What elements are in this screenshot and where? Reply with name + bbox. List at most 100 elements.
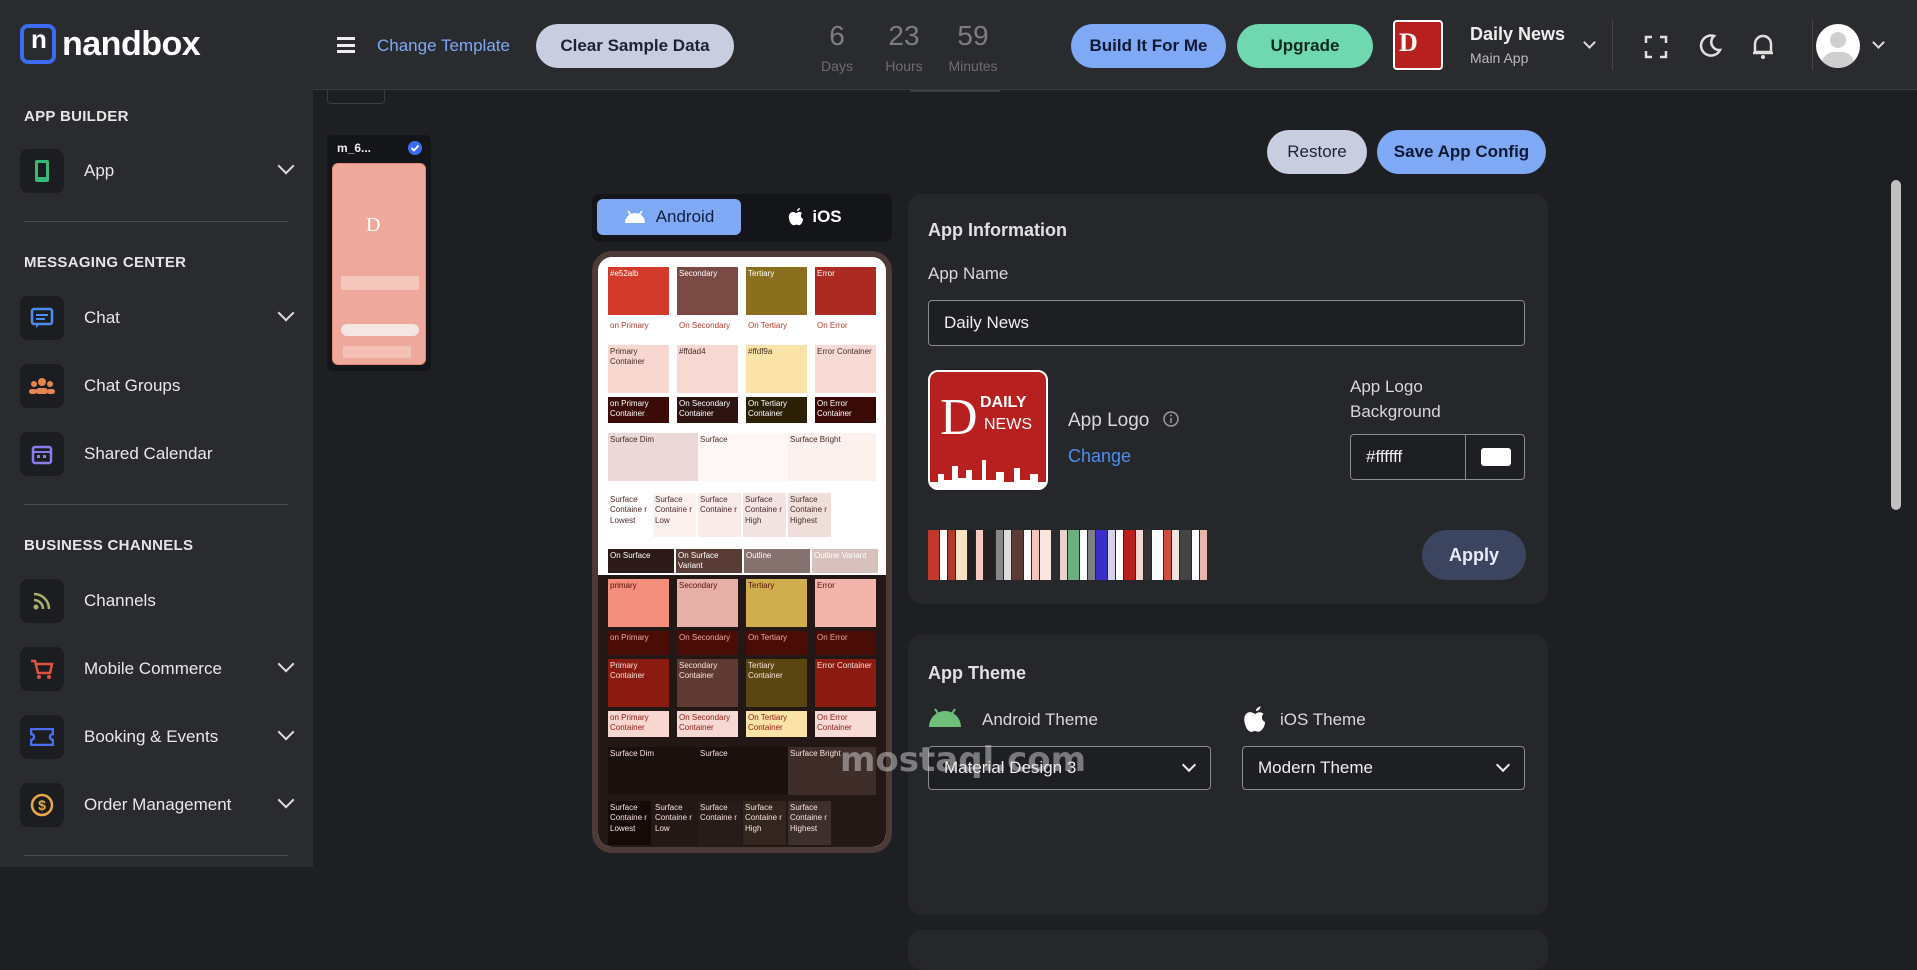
app-switch-chevron-icon[interactable] <box>1583 36 1596 49</box>
save-app-config-button[interactable]: Save App Config <box>1377 130 1546 174</box>
color-strip-swatch <box>995 530 1003 580</box>
palette-swatch: Tertiary <box>746 579 807 627</box>
palette-swatch: primary <box>608 579 669 627</box>
color-strip-swatch <box>975 530 983 580</box>
logo-bg-color-swatch[interactable] <box>1465 434 1525 480</box>
sidebar-item-app[interactable]: App <box>20 146 295 196</box>
sidebar-item-booking-events[interactable]: Booking & Events <box>20 712 295 762</box>
palette-swatch: Secondary <box>677 579 738 627</box>
user-menu-chevron-icon[interactable] <box>1872 36 1885 49</box>
app-logo-image[interactable]: D DAILY NEWS <box>928 370 1048 490</box>
palette-swatch: Surface Containe r Lowest <box>608 493 651 537</box>
color-strip-swatch <box>1152 530 1163 580</box>
sidebar: nandbox APP BUILDER App MESSAGING CENTER… <box>0 0 313 867</box>
section-business-channels: BUSINESS CHANNELS <box>24 537 194 554</box>
app-name[interactable]: Daily News <box>1470 24 1565 45</box>
sidebar-item-shared-calendar[interactable]: Shared Calendar <box>20 429 292 479</box>
selected-check-icon <box>408 141 422 155</box>
color-strip-swatch <box>1003 530 1011 580</box>
color-strip-swatch <box>1012 530 1023 580</box>
palette-swatch: On Tertiary Container <box>746 397 807 423</box>
palette-swatch: Surface Containe r Lowest <box>608 801 651 845</box>
chat-icon <box>20 296 64 340</box>
color-palette-strip[interactable] <box>928 530 1208 580</box>
tab-ios[interactable]: iOS <box>743 199 887 235</box>
app-name-input[interactable]: Daily News <box>928 300 1525 346</box>
color-strip-swatch <box>1180 530 1191 580</box>
ios-theme-select[interactable]: Modern Theme <box>1242 746 1525 790</box>
restore-button[interactable]: Restore <box>1267 130 1367 174</box>
platform-tabs: Android iOS <box>592 194 892 242</box>
clear-sample-data-button[interactable]: Clear Sample Data <box>536 24 734 68</box>
palette-swatch: Surface <box>698 433 788 481</box>
palette-swatch: On Secondary <box>677 319 738 341</box>
palette-swatch: Surface Containe r <box>698 801 741 845</box>
apple-icon <box>789 208 804 226</box>
divider <box>24 504 288 505</box>
thumbnail-button <box>341 324 419 336</box>
sidebar-item-label: Shared Calendar <box>84 444 213 463</box>
nandbox-logo[interactable]: nandbox <box>20 24 201 64</box>
palette-swatch: On Secondary <box>677 631 738 655</box>
thumbnail-footer-text <box>343 346 411 358</box>
app-avatar-logo[interactable]: D <box>1393 20 1443 70</box>
thumbnail-logo-letter: D <box>366 214 381 236</box>
palette-swatch: on Primary <box>608 631 669 655</box>
chevron-down-icon[interactable] <box>277 791 295 809</box>
thumbnail-tagline <box>341 276 419 290</box>
upgrade-button[interactable]: Upgrade <box>1237 24 1373 68</box>
template-thumbnail-card[interactable]: m_6... D <box>327 135 431 371</box>
logo-word-news: NEWS <box>984 416 1032 433</box>
app-theme-title: App Theme <box>928 663 1027 683</box>
change-template-link[interactable]: Change Template <box>377 36 510 56</box>
chevron-down-icon[interactable] <box>277 157 295 175</box>
chevron-down-icon[interactable] <box>277 723 295 741</box>
sidebar-item-label: App <box>84 161 115 180</box>
chevron-down-icon[interactable] <box>277 304 295 322</box>
notification-bell-icon[interactable] <box>1751 32 1775 60</box>
chevron-down-icon[interactable] <box>277 655 295 673</box>
palette-swatch: Error <box>815 579 876 627</box>
info-icon[interactable] <box>1163 411 1179 427</box>
color-strip-swatch <box>1079 530 1087 580</box>
logo-bg-hex-input[interactable]: #ffffff <box>1350 434 1466 480</box>
app-information-panel: App Information App Name Daily News D DA… <box>908 194 1548 604</box>
timer-minutes: 59 <box>957 20 989 51</box>
page-scrollbar[interactable] <box>1891 180 1901 510</box>
color-strip-swatch <box>1163 530 1171 580</box>
change-logo-link[interactable]: Change <box>1068 446 1131 467</box>
apply-button[interactable]: Apply <box>1422 530 1526 580</box>
tab-android[interactable]: Android <box>597 199 741 235</box>
color-strip-swatch <box>1171 530 1179 580</box>
palette-swatch: Primary Container <box>608 659 669 707</box>
color-strip-swatch <box>956 530 967 580</box>
sidebar-item-chat[interactable]: Chat <box>20 293 295 343</box>
sidebar-item-mobile-commerce[interactable]: Mobile Commerce <box>20 644 295 694</box>
fullscreen-icon[interactable] <box>1644 35 1668 59</box>
color-strip-swatch <box>1124 530 1135 580</box>
sidebar-item-order-management[interactable]: $ Order Management <box>20 780 295 830</box>
palette-swatch: Surface Dim <box>608 747 698 795</box>
logo-letter: D <box>1399 28 1418 57</box>
palette-swatch: On Tertiary <box>746 319 807 341</box>
sidebar-item-chat-groups[interactable]: Chat Groups <box>20 361 292 411</box>
palette-swatch: Outline <box>744 549 810 573</box>
app-subtitle: Main App <box>1470 50 1529 66</box>
user-avatar[interactable] <box>1816 24 1860 68</box>
color-strip-swatch <box>1199 530 1207 580</box>
divider <box>1812 20 1813 70</box>
hamburger-menu-icon[interactable] <box>337 37 355 53</box>
palette-swatch: Surface Containe r Low <box>653 493 696 537</box>
dark-mode-moon-icon[interactable] <box>1697 33 1723 59</box>
android-icon <box>624 210 645 223</box>
palette-swatch: On Error Container <box>815 711 876 737</box>
sidebar-item-channels[interactable]: Channels <box>20 576 292 626</box>
palette-swatch: Error Container <box>815 345 876 393</box>
palette-swatch: On Secondary Container <box>677 711 738 737</box>
build-it-for-me-button[interactable]: Build It For Me <box>1071 24 1226 68</box>
palette-swatch: On Error Container <box>815 397 876 423</box>
svg-text:$: $ <box>38 797 46 813</box>
ios-theme-value: Modern Theme <box>1258 758 1373 777</box>
phone-icon <box>20 149 64 193</box>
brand-name: nandbox <box>62 24 201 63</box>
